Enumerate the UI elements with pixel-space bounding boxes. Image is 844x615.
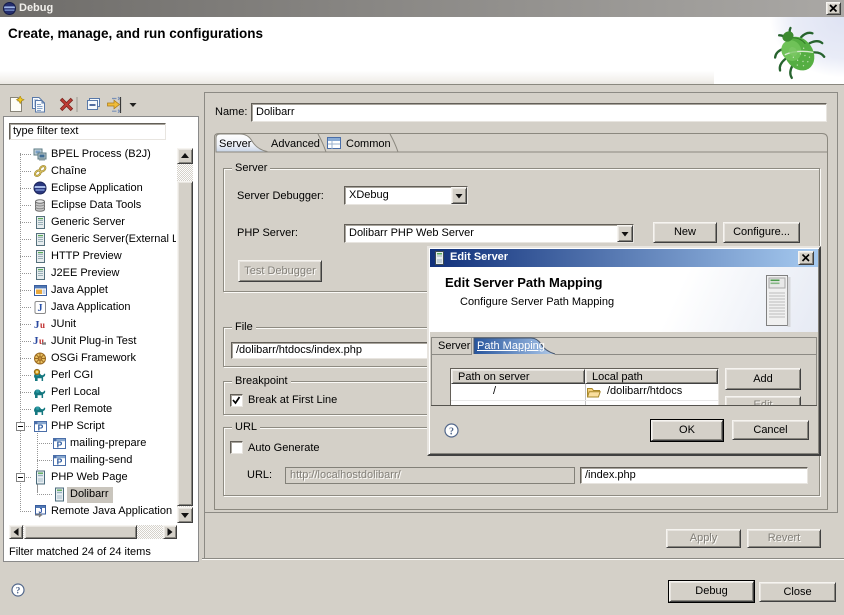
svg-text:P: P <box>57 457 63 467</box>
svg-text:P: P <box>38 423 44 433</box>
svg-text:?: ? <box>16 587 21 597</box>
svg-text:?: ? <box>449 426 454 437</box>
svg-text:u: u <box>40 320 45 330</box>
svg-text:P: P <box>57 440 63 450</box>
svg-text:J: J <box>38 303 43 314</box>
